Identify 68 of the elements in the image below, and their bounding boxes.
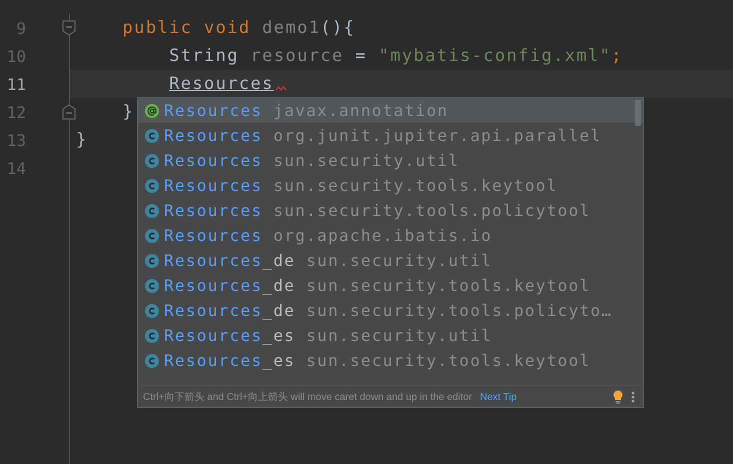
package-name: sun.security.tools.keytool bbox=[306, 276, 590, 295]
code-text: String bbox=[169, 46, 240, 66]
class-name: Resources_de bbox=[164, 276, 296, 295]
class-icon bbox=[145, 204, 159, 218]
completion-item[interactable]: Resources sun.security.util bbox=[138, 148, 643, 173]
code-text: } bbox=[122, 102, 134, 122]
class-icon bbox=[145, 304, 159, 318]
scrollbar-thumb[interactable] bbox=[635, 100, 641, 126]
completion-item[interactable]: Resources_es sun.security.tools.keytool bbox=[138, 348, 643, 373]
code-text: } bbox=[76, 130, 88, 150]
completion-item[interactable]: Resources javax.annotation bbox=[138, 98, 643, 123]
class-icon bbox=[145, 354, 159, 368]
completion-item[interactable]: Resources org.apache.ibatis.io bbox=[138, 223, 643, 248]
class-name: Resources bbox=[164, 226, 262, 245]
package-name: sun.security.util bbox=[306, 326, 492, 345]
class-icon bbox=[145, 228, 159, 242]
completion-item[interactable]: Resources_de sun.security.util bbox=[138, 248, 643, 273]
code-text: (){ bbox=[320, 18, 356, 38]
line-number: 10 bbox=[6, 46, 26, 66]
package-name: org.junit.jupiter.api.parallel bbox=[273, 126, 602, 145]
more-options-icon[interactable] bbox=[631, 391, 635, 403]
code-text: demo1 bbox=[262, 18, 320, 38]
typed-code: Resources bbox=[169, 74, 274, 94]
class-name: Resources bbox=[164, 176, 262, 195]
fold-icon[interactable] bbox=[62, 20, 76, 36]
annotation-icon bbox=[145, 104, 159, 118]
package-name: sun.security.tools.policyto… bbox=[306, 301, 612, 320]
class-name: Resources bbox=[164, 126, 262, 145]
code-text: public void bbox=[122, 18, 252, 38]
class-icon bbox=[145, 178, 159, 192]
line-number: 14 bbox=[6, 158, 26, 178]
completion-item[interactable]: Resources_de sun.security.tools.policyto… bbox=[138, 298, 643, 323]
line-number: 11 bbox=[6, 74, 26, 94]
code-text: = bbox=[355, 46, 368, 66]
package-name: sun.security.tools.keytool bbox=[273, 176, 558, 195]
class-name: Resources_es bbox=[164, 326, 296, 345]
completion-item[interactable]: Resources sun.security.tools.policytool bbox=[138, 198, 643, 223]
line-number: 13 bbox=[6, 130, 26, 150]
code-text: "mybatis-config.xml" bbox=[378, 46, 612, 66]
class-icon bbox=[145, 254, 159, 268]
tip-text: Ctrl+向下箭头 and Ctrl+向上箭头 will move caret down and up in the editor bbox=[143, 390, 472, 404]
line-number: 9 bbox=[15, 18, 26, 38]
package-name: sun.security.tools.keytool bbox=[306, 351, 590, 370]
code-text: ; bbox=[611, 46, 623, 66]
completion-item[interactable]: Resources org.junit.jupiter.api.parallel bbox=[138, 123, 643, 148]
completion-item[interactable]: Resources_de sun.security.tools.keytool bbox=[138, 273, 643, 298]
lightbulb-icon[interactable] bbox=[613, 390, 623, 404]
class-name: Resources bbox=[164, 151, 262, 170]
next-tip-link[interactable]: Next Tip bbox=[480, 392, 517, 402]
code-text: resource bbox=[250, 46, 344, 66]
class-name: Resources bbox=[164, 101, 262, 120]
line-number: 12 bbox=[6, 102, 26, 122]
class-icon bbox=[145, 328, 159, 342]
fold-icon[interactable] bbox=[62, 104, 76, 120]
package-name: javax.annotation bbox=[273, 101, 448, 120]
class-name: Resources bbox=[164, 201, 262, 220]
package-name: sun.security.util bbox=[273, 151, 460, 170]
package-name: sun.security.tools.policytool bbox=[273, 201, 590, 220]
completion-item[interactable]: Resources_es sun.security.util bbox=[138, 323, 643, 348]
class-name: Resources_de bbox=[164, 251, 296, 270]
package-name: org.apache.ibatis.io bbox=[273, 226, 492, 245]
class-icon bbox=[145, 278, 159, 292]
class-icon bbox=[145, 154, 159, 168]
package-name: sun.security.util bbox=[306, 251, 492, 270]
completion-item[interactable]: Resources sun.security.tools.keytool bbox=[138, 173, 643, 198]
class-name: Resources_es bbox=[164, 351, 296, 370]
class-icon bbox=[145, 128, 159, 142]
class-name: Resources_de bbox=[164, 301, 296, 320]
